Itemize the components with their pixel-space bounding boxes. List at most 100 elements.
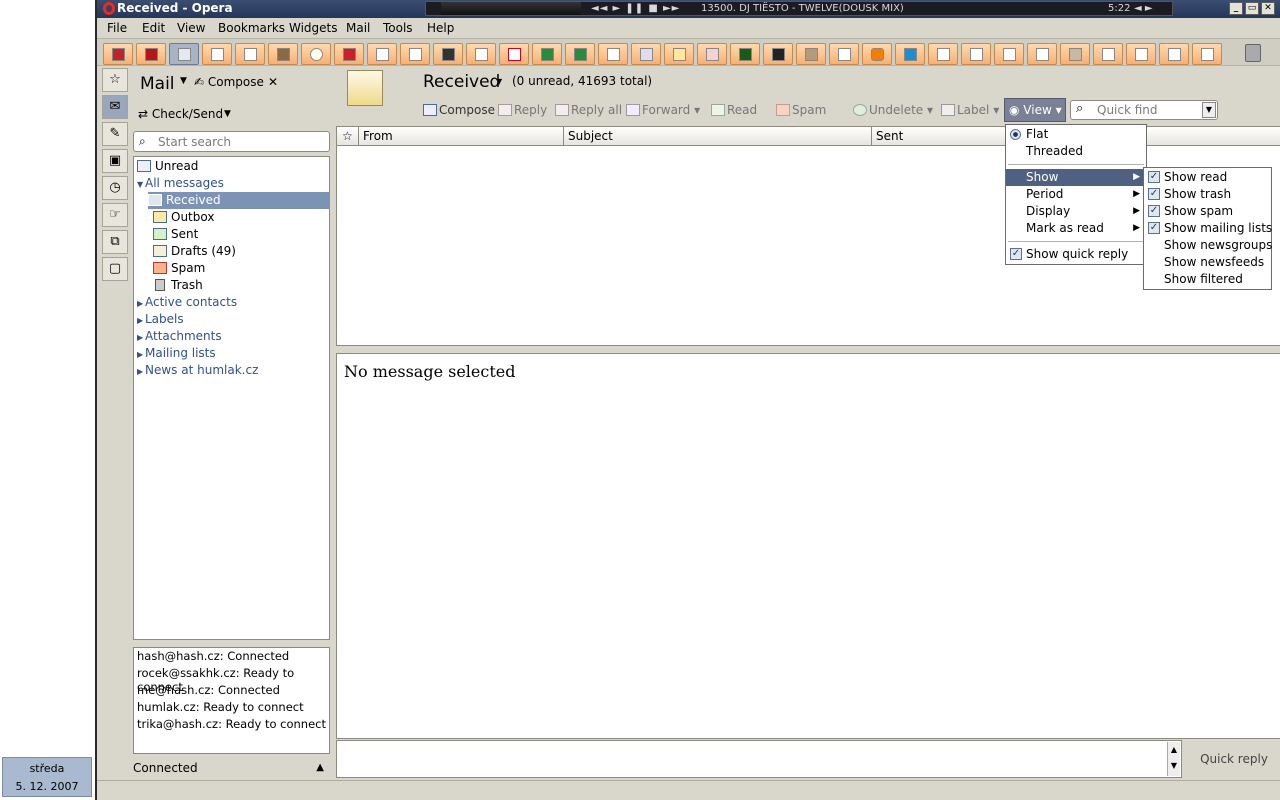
tab[interactable] [499, 43, 529, 65]
tab[interactable] [994, 43, 1024, 65]
history-panel-icon[interactable]: ◷ [102, 176, 128, 200]
check-send-dropdown-icon[interactable]: ▼ [224, 109, 231, 119]
expand-arrow-icon[interactable]: ▶ [137, 346, 145, 363]
tab[interactable] [466, 43, 496, 65]
folder-outbox[interactable]: Outbox [153, 209, 214, 226]
menu-view[interactable]: View [177, 21, 205, 35]
windows-panel-icon[interactable]: ⧉ [102, 230, 128, 254]
media-player-bar[interactable]: ◄◄ ► ❚❚ ■ ►► 13500. DJ TIËSTO - TWELVE(D… [425, 1, 1173, 16]
quick-reply-button[interactable]: Quick reply [1188, 742, 1280, 776]
expand-arrow-icon[interactable]: ▶ [137, 363, 145, 380]
tab[interactable] [136, 43, 166, 65]
folder-received[interactable]: Received [148, 192, 330, 209]
tab[interactable] [763, 43, 793, 65]
show-mailing-lists-option[interactable]: ✓ Show mailing lists [1144, 220, 1272, 237]
collapse-arrow-icon[interactable]: ▼ [137, 176, 145, 193]
tab[interactable] [730, 43, 760, 65]
tab[interactable] [565, 43, 595, 65]
tab[interactable] [532, 43, 562, 65]
taskbar-clock[interactable]: středa 5. 12. 2007 [2, 757, 92, 797]
tab[interactable] [433, 43, 463, 65]
restore-button[interactable]: ▭ [1245, 2, 1259, 15]
reply-all-button[interactable]: Reply all [555, 103, 622, 117]
tab[interactable] [400, 43, 430, 65]
menu-tools[interactable]: Tools [383, 21, 413, 35]
menu-bookmarks[interactable]: Bookmarks [218, 21, 285, 35]
tab[interactable] [895, 43, 925, 65]
folder-all-messages[interactable]: ▼ All messages [137, 175, 224, 192]
menu-mail[interactable]: Mail [346, 21, 370, 35]
folder-news[interactable]: ▶ News at humlak.cz [137, 362, 258, 379]
tab[interactable] [367, 43, 397, 65]
quick-find-input[interactable]: ⌕ Quick find ▼ [1070, 100, 1218, 120]
undelete-button[interactable]: Undelete ▾ [853, 103, 933, 117]
tab[interactable] [103, 43, 133, 65]
check-send-button[interactable]: ⇄ Check/Send [138, 107, 223, 121]
account-status[interactable]: hash@hash.cz: Connected [137, 649, 289, 663]
quick-find-dropdown-icon[interactable]: ▼ [1202, 102, 1216, 118]
folder-spam[interactable]: Spam [153, 260, 205, 277]
expand-arrow-icon[interactable]: ▶ [137, 312, 145, 329]
view-button[interactable]: ◉ View ▾ [1004, 98, 1066, 122]
forward-button[interactable]: Forward ▾ [626, 103, 700, 117]
mail-menu-dropdown-icon[interactable]: ▼ [180, 76, 187, 86]
folder-sent[interactable]: Sent [153, 226, 198, 243]
minimize-button[interactable]: _ [1229, 2, 1243, 15]
show-spam-option[interactable]: ✓ Show spam [1144, 203, 1271, 220]
tab[interactable] [928, 43, 958, 65]
info-panel-icon[interactable]: ▢ [102, 257, 128, 281]
start-search-input[interactable]: ⌕ Start search [133, 131, 330, 152]
folder-mailing-lists[interactable]: ▶ Mailing lists [137, 345, 216, 362]
folder-trash[interactable]: Trash [153, 277, 203, 294]
menu-file[interactable]: File [107, 21, 127, 35]
mail-panel-icon[interactable]: ✉ [102, 95, 128, 119]
view-menu-show[interactable]: Show ▶ [1006, 169, 1146, 186]
menu-edit[interactable]: Edit [142, 21, 165, 35]
show-trash-option[interactable]: ✓ Show trash [1144, 186, 1271, 203]
view-menu-flat[interactable]: Flat [1006, 126, 1146, 143]
quick-reply-input[interactable]: ▲ ▼ [336, 740, 1182, 778]
show-filtered-option[interactable]: Show filtered [1144, 271, 1271, 288]
reply-button[interactable]: Reply [498, 103, 547, 117]
trash-tabs-icon[interactable] [1245, 44, 1261, 62]
menu-widgets[interactable]: Widgets [289, 21, 338, 35]
column-subject[interactable]: Subject [564, 127, 872, 146]
menu-help[interactable]: Help [427, 21, 454, 35]
transfers-panel-icon[interactable]: ▣ [102, 149, 128, 173]
tab[interactable] [1093, 43, 1123, 65]
tab-active[interactable] [169, 43, 199, 65]
view-menu-threaded[interactable]: Threaded [1006, 143, 1146, 160]
player-controls[interactable]: ◄◄ ► ❚❚ ■ ►► [591, 2, 680, 15]
view-menu-period[interactable]: Period ▶ [1006, 186, 1146, 203]
connection-status-bar[interactable]: Connected ▲ [133, 758, 330, 778]
tab[interactable] [796, 43, 826, 65]
folder-drafts[interactable]: Drafts (49) [153, 243, 236, 260]
view-menu-mark-as-read[interactable]: Mark as read ▶ [1006, 220, 1146, 237]
tab[interactable] [598, 43, 628, 65]
tab[interactable] [664, 43, 694, 65]
tab[interactable] [334, 43, 364, 65]
compose-button[interactable]: Compose [423, 103, 495, 117]
quick-reply-scrollbar[interactable]: ▲ ▼ [1167, 742, 1180, 776]
read-button[interactable]: Read [711, 103, 757, 117]
tab[interactable] [961, 43, 991, 65]
view-menu-display[interactable]: Display ▶ [1006, 203, 1146, 220]
compose-side-button[interactable]: ✍ Compose [194, 75, 264, 89]
tab[interactable] [235, 43, 265, 65]
account-status[interactable]: trika@hash.cz: Ready to connect [137, 717, 326, 731]
account-status[interactable]: me@hash.cz: Connected [137, 683, 280, 697]
label-button[interactable]: Label ▾ [941, 103, 999, 117]
tab[interactable] [301, 43, 331, 65]
close-button[interactable]: ✕ [1261, 2, 1275, 15]
notes-panel-icon[interactable]: ✎ [102, 122, 128, 146]
expand-arrow-icon[interactable]: ▶ [137, 295, 145, 312]
title-bar[interactable]: Received - Opera ◄◄ ► ❚❚ ■ ►► 13500. DJ … [97, 0, 1280, 18]
account-status[interactable]: humlak.cz: Ready to connect [137, 700, 304, 714]
player-extra-controls[interactable]: ◄ ► [1134, 2, 1153, 15]
close-panel-icon[interactable]: ✕ [268, 75, 278, 89]
tab[interactable] [1192, 43, 1222, 65]
expand-arrow-icon[interactable]: ▶ [137, 329, 145, 346]
tab[interactable] [1027, 43, 1057, 65]
view-menu-show-quick-reply[interactable]: ✓ Show quick reply [1006, 246, 1146, 263]
links-panel-icon[interactable]: ☞ [102, 203, 128, 227]
